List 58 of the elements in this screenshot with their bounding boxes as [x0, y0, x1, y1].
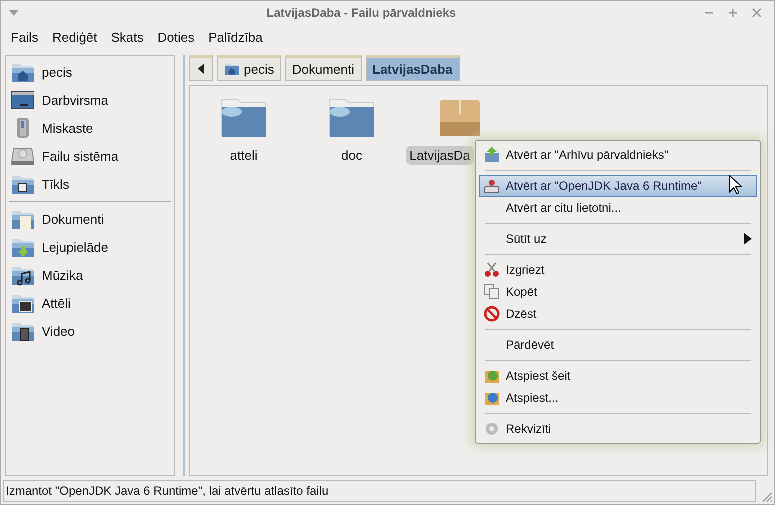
window-title: LatvijasDaba - Failu pārvaldnieks: [266, 6, 458, 20]
close-icon[interactable]: [752, 8, 762, 18]
back-button[interactable]: [189, 55, 213, 81]
menu-item[interactable]: Atvērt ar citu lietotni...: [479, 197, 757, 219]
documents-folder-icon: [11, 208, 35, 230]
copy-icon: [484, 284, 500, 300]
menu-item[interactable]: Fails: [11, 30, 38, 44]
scissors-icon: [484, 262, 500, 278]
menu-item[interactable]: Atspiest...: [479, 387, 757, 409]
resize-grip-icon[interactable]: [761, 491, 773, 503]
status-bar: Izmantot "OpenJDK Java 6 Runtime", lai atvērtu atlasīto failu: [3, 480, 756, 502]
sidebar-item[interactable]: Mūzika: [6, 261, 174, 289]
archive-icon: [484, 147, 500, 163]
menu-item[interactable]: Izgriezt: [479, 259, 757, 281]
submenu-arrow-icon: [744, 233, 752, 245]
home-folder-icon: [11, 61, 35, 83]
downloads-folder-icon: [11, 236, 35, 258]
network-folder-icon: [11, 173, 35, 195]
file-name[interactable]: doc: [338, 146, 366, 165]
sidebar-item[interactable]: Attēli: [6, 289, 174, 317]
archive-icon: [438, 98, 482, 138]
menu-item[interactable]: Pārdēvēt: [479, 334, 757, 356]
sidebar-item[interactable]: Tīkls: [6, 170, 174, 198]
path-button[interactable]: pecis: [217, 55, 282, 81]
pictures-folder-icon: [11, 292, 35, 314]
file-name[interactable]: LatvijasDa: [406, 146, 474, 165]
music-folder-icon: [11, 264, 35, 286]
menu-item[interactable]: Kopēt: [479, 281, 757, 303]
file-name[interactable]: atteli: [226, 146, 262, 165]
video-folder-icon: [11, 320, 35, 342]
menu-item[interactable]: Skats: [111, 30, 144, 44]
desktop-icon: [11, 89, 35, 111]
sidebar-item[interactable]: Dokumenti: [6, 205, 174, 233]
back-arrow-icon: [198, 64, 204, 74]
sidebar-item[interactable]: Failu sistēma: [6, 142, 174, 170]
menu-item[interactable]: Rediģēt: [52, 30, 98, 44]
window-menu-icon[interactable]: [9, 10, 19, 16]
sidebar-item[interactable]: pecis: [6, 58, 174, 86]
menu-item[interactable]: Atspiest šeit: [479, 365, 757, 387]
path-button[interactable]: LatvijasDaba: [366, 55, 460, 81]
mouse-pointer-icon: [729, 175, 743, 195]
sidebar-item[interactable]: Miskaste: [6, 114, 174, 142]
home-folder-icon: [224, 62, 240, 76]
sidebar-item[interactable]: Darbvirsma: [6, 86, 174, 114]
folder-icon: [220, 98, 268, 138]
menu-item[interactable]: Palīdzība: [208, 30, 263, 44]
menu-item[interactable]: Atvērt ar "Arhīvu pārvaldnieks": [479, 144, 757, 166]
menu-item[interactable]: Sūtīt uz: [479, 228, 757, 250]
menu-item[interactable]: Atvērt ar "OpenJDK Java 6 Runtime": [479, 175, 757, 197]
path-button[interactable]: Dokumenti: [285, 55, 362, 81]
maximize-icon[interactable]: [728, 8, 738, 18]
delete-icon: [484, 306, 500, 322]
menu-item[interactable]: Rekvizīti: [479, 418, 757, 440]
sidebar-item[interactable]: Video: [6, 317, 174, 345]
menu-item[interactable]: Dzēst: [479, 303, 757, 325]
folder-icon: [328, 98, 376, 138]
sidebar-item[interactable]: Lejupielāde: [6, 233, 174, 261]
menu-item[interactable]: Doties: [158, 30, 195, 44]
